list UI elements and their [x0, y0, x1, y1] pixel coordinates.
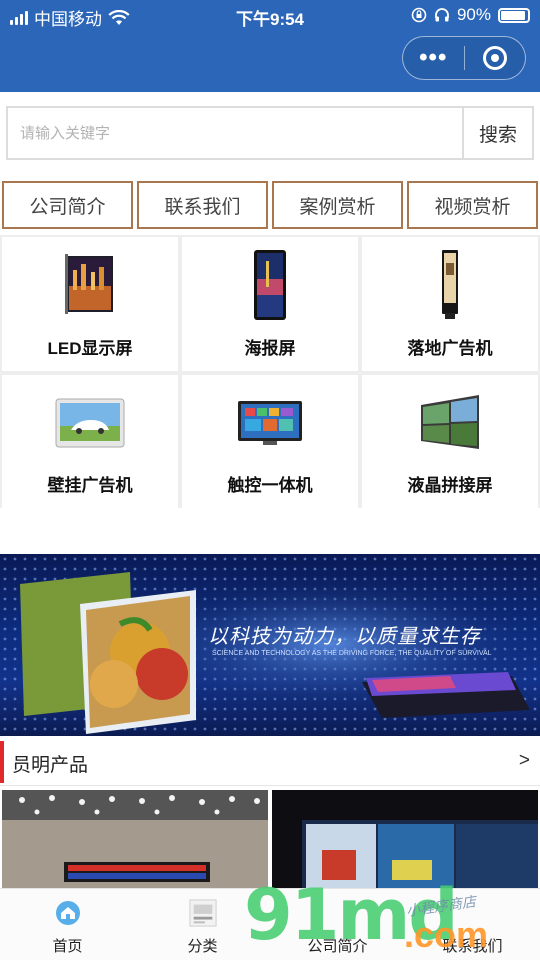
quick-links: 公司简介 联系我们 案例赏析 视频赏析 [2, 181, 538, 229]
banner-slogan: 以科技为动力，以质量求生存 [208, 626, 481, 648]
company-profile-button[interactable]: 公司简介 [2, 181, 133, 229]
search-input[interactable] [8, 108, 462, 158]
floor-ad-machine-image [442, 249, 458, 319]
led-display-image [65, 253, 113, 314]
tab-contact-us[interactable]: 联系我们 [405, 889, 540, 960]
headphones-icon [435, 8, 449, 22]
category-grid: LED显示屏 海报屏 落地广告机 壁挂广告机 触控一体机 液晶拼接屏 [0, 235, 540, 508]
category-led-display[interactable]: LED显示屏 [2, 237, 178, 371]
battery-icon [498, 7, 530, 23]
target-icon [482, 46, 507, 70]
banner-slogan-english: SCIENCE AND TECHNOLOGY AS THE DRIVING FO… [212, 650, 492, 657]
tab-label: 公司简介 [307, 938, 368, 955]
home-icon [54, 899, 82, 927]
hall-display-photo [2, 790, 268, 890]
rotation-lock-icon [411, 7, 427, 23]
contact-us-button[interactable]: 联系我们 [137, 181, 268, 229]
category-label: 海报屏 [244, 339, 296, 358]
category-icon [188, 899, 217, 927]
section-accent-bar [0, 741, 4, 783]
title-bar: 中国移动 下午9:54 90% ••• [0, 0, 540, 92]
category-floor-ad-machine[interactable]: 落地广告机 [362, 237, 538, 371]
poster-screen-image [254, 249, 286, 320]
mini-program-capsule: ••• [402, 36, 526, 80]
product-photo[interactable] [2, 790, 268, 890]
category-wall-ad-machine[interactable]: 壁挂广告机 [2, 375, 178, 508]
category-label: 壁挂广告机 [47, 476, 133, 495]
close-mini-program-button[interactable] [465, 37, 526, 79]
tab-category[interactable]: 分类 [135, 889, 270, 960]
tab-label: 联系我们 [442, 938, 503, 955]
category-label: 落地广告机 [407, 339, 493, 358]
more-menu-button[interactable]: ••• [403, 37, 464, 79]
category-label: 触控一体机 [227, 476, 313, 495]
product-photo[interactable] [272, 790, 538, 890]
tab-company-profile[interactable]: 公司简介 [270, 889, 405, 960]
video-showcase-button[interactable]: 视频赏析 [407, 181, 538, 229]
products-section-header[interactable]: 员明产品 > [0, 738, 540, 786]
touch-all-in-one-image [238, 400, 302, 445]
battery-percent: 90% [456, 5, 491, 24]
status-bar: 中国移动 下午9:54 90% [0, 0, 540, 32]
chevron-right-icon[interactable]: > [519, 750, 530, 772]
category-lcd-splicing-screen[interactable]: 液晶拼接屏 [362, 375, 538, 508]
category-touch-all-in-one[interactable]: 触控一体机 [182, 375, 358, 508]
wall-ad-machine-image [55, 398, 125, 447]
section-title: 员明产品 [12, 755, 89, 776]
search-button[interactable]: 搜索 [462, 108, 532, 158]
tab-label: 首页 [52, 938, 83, 955]
search-bar: 搜索 [6, 106, 534, 160]
tab-label: 分类 [187, 938, 218, 955]
tab-home[interactable]: 首页 [0, 889, 135, 960]
bottom-tab-bar: 首页 分类 公司简介 联系我们 [0, 888, 540, 960]
category-label: 液晶拼接屏 [407, 476, 493, 495]
product-photos [0, 790, 540, 890]
category-poster-screen[interactable]: 海报屏 [182, 237, 358, 371]
promo-banner[interactable]: 以科技为动力，以质量求生存 SCIENCE AND TECHNOLOGY AS … [0, 554, 540, 736]
case-showcase-button[interactable]: 案例赏析 [272, 181, 403, 229]
video-wall-photo [272, 790, 538, 890]
lcd-splicing-screen-image [421, 394, 479, 449]
category-label: LED显示屏 [47, 339, 133, 358]
